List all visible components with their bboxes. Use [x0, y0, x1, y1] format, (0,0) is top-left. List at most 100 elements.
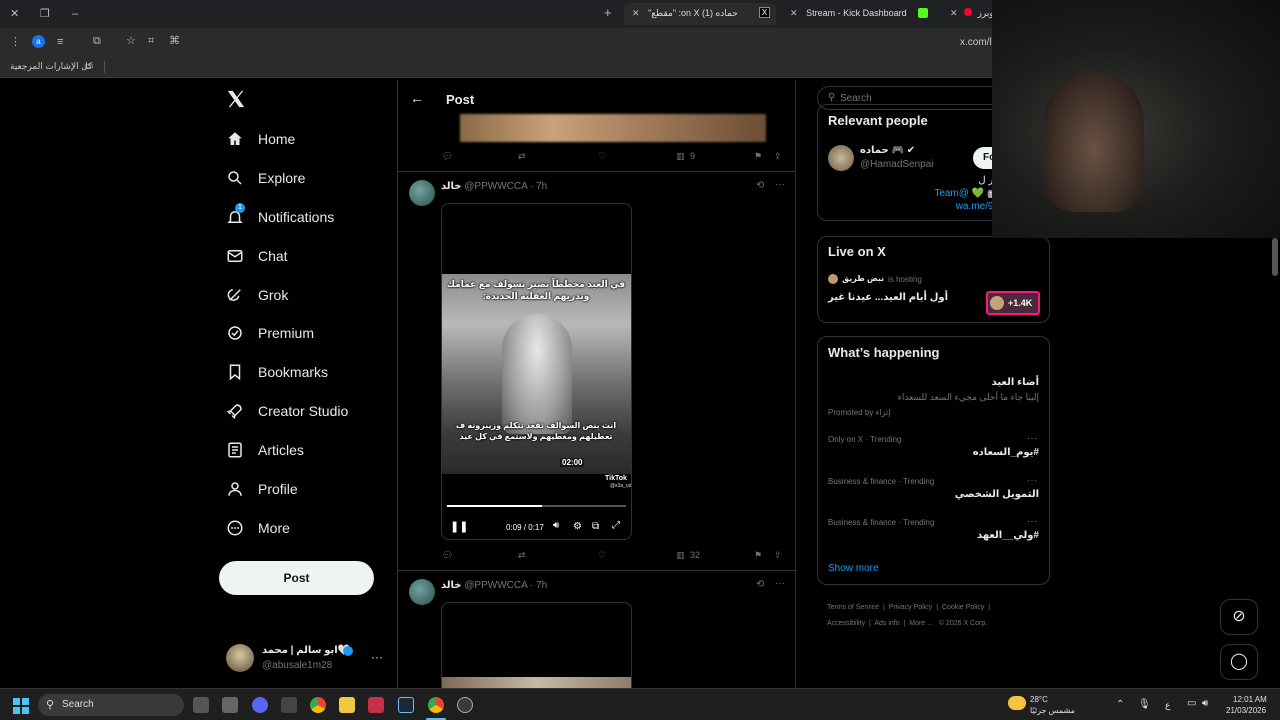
author-name[interactable]: خالد [441, 181, 462, 192]
fullscreen-icon[interactable]: ⤢ [612, 520, 620, 531]
post-button[interactable]: Post [219, 561, 374, 595]
star-icon[interactable]: ☆ [126, 35, 136, 47]
footer-cookie[interactable]: Cookie Policy [942, 604, 984, 611]
url-text[interactable]: x.com/l [960, 37, 992, 48]
x-logo-icon[interactable] [226, 90, 246, 108]
app-icon[interactable] [222, 697, 238, 713]
grok-icon[interactable]: ⟲ [756, 579, 764, 590]
page-scrollbar-thumb[interactable] [1272, 238, 1278, 276]
like-icon[interactable]: ♡ [598, 151, 606, 162]
trend-more-icon[interactable]: ··· [1027, 475, 1037, 486]
file-explorer-icon[interactable] [339, 697, 355, 713]
menu-dots-icon[interactable]: ⋮ [10, 36, 21, 48]
weather-icon[interactable] [1008, 696, 1026, 710]
nav-item-bookmarks[interactable]: Bookmarks [226, 357, 328, 387]
screenshot-icon[interactable]: ⌗ [148, 35, 154, 47]
like-icon[interactable]: ♡ [598, 550, 606, 561]
network-icon[interactable]: ▭ [1187, 698, 1196, 709]
volume-icon[interactable]: 🔊︎ [553, 520, 559, 531]
clock-time[interactable]: 12:01 AM [1233, 695, 1267, 704]
weather-temp[interactable]: 28°C [1030, 695, 1048, 704]
reading-list-icon[interactable]: ≡ [57, 36, 63, 48]
share-icon[interactable]: ⇪ [774, 550, 782, 561]
person-name[interactable]: حماده 🎮 ✔ [860, 145, 915, 156]
nav-item-more[interactable]: More [226, 513, 290, 543]
microphone-icon[interactable]: 🎙︎ [1138, 699, 1151, 710]
repost-icon[interactable]: ⇄ [518, 550, 526, 561]
bookmarks-folder-label[interactable]: كل الإشارات المرجعية [10, 61, 92, 72]
previous-post-media[interactable] [460, 114, 766, 142]
task-view-icon[interactable] [193, 697, 209, 713]
video-player[interactable]: في العيد مخططاً تصير تسولف مع عمامك وتدر… [441, 203, 632, 540]
acrobat-icon[interactable] [368, 697, 384, 713]
author-handle[interactable]: @PPWWCCA [464, 580, 527, 591]
grok-float-button[interactable]: ⊘ [1220, 599, 1258, 635]
author-avatar[interactable] [409, 579, 435, 605]
tab-close-icon[interactable]: ✕ [632, 8, 640, 18]
steam-icon[interactable] [398, 697, 414, 713]
author-name[interactable]: خالد [441, 580, 462, 591]
reply-icon[interactable]: 💬︎ [442, 151, 453, 162]
repost-icon[interactable]: ⇄ [518, 151, 526, 162]
discord-icon[interactable] [252, 697, 268, 713]
video-player[interactable] [441, 602, 632, 688]
nav-item-profile[interactable]: Profile [226, 474, 298, 504]
author-avatar[interactable] [409, 180, 435, 206]
more-icon[interactable]: ··· [775, 179, 785, 190]
post-time[interactable]: 7h [536, 181, 547, 192]
trend-more-icon[interactable]: ··· [1027, 433, 1037, 444]
nav-item-home[interactable]: Home [226, 124, 295, 154]
more-icon[interactable]: ··· [775, 578, 785, 589]
new-tab-icon[interactable]: + [604, 6, 612, 19]
trend-name[interactable]: #يوم_السعاده [973, 447, 1039, 458]
tab-close-icon[interactable]: ✕ [950, 8, 958, 18]
chrome-icon[interactable] [310, 697, 326, 713]
nav-item-chat[interactable]: Chat [226, 241, 288, 271]
settings-icon[interactable]: ⚙ [573, 521, 582, 532]
tab-youtubers[interactable]: ✕ يوتيوبرز [942, 3, 992, 25]
bookmark-icon[interactable]: ⚑ [754, 550, 762, 561]
live-space-title[interactable]: أول أيام العيد... عيدنا غير [828, 292, 948, 303]
grok-icon[interactable]: ⟲ [756, 180, 764, 191]
live-host-name[interactable]: نبض طريق [842, 274, 884, 283]
views-icon[interactable]: ▥ [676, 550, 685, 561]
extensions-icon[interactable]: ⧉ [93, 35, 101, 47]
tab-close-icon[interactable]: ✕ [790, 8, 798, 18]
clock-date[interactable]: 21/03/2026 [1226, 706, 1266, 715]
nav-item-grok[interactable]: Grok [226, 280, 288, 310]
footer-terms[interactable]: Terms of Service [827, 604, 879, 611]
views-icon[interactable]: ▥ [676, 151, 685, 162]
nav-item-creator-studio[interactable]: Creator Studio [226, 396, 348, 426]
footer-more[interactable]: More ... [909, 620, 933, 627]
share-icon[interactable]: ⇪ [774, 151, 782, 162]
app-icon[interactable] [281, 697, 297, 713]
post-time[interactable]: 7h [536, 580, 547, 591]
show-more-link[interactable]: Show more [828, 563, 879, 574]
footer-accessibility[interactable]: Accessibility [827, 620, 865, 627]
reply-icon[interactable]: 💬︎ [442, 550, 453, 561]
trend-more-icon[interactable]: ··· [1027, 516, 1037, 527]
close-window-icon[interactable]: ✕ [10, 8, 19, 20]
profile-avatar-icon[interactable]: a [32, 35, 45, 48]
author-handle[interactable]: @PPWWCCA [464, 181, 527, 192]
account-menu-icon[interactable]: ··· [371, 650, 383, 664]
footer-privacy[interactable]: Privacy Policy [889, 604, 933, 611]
nav-item-premium[interactable]: Premium [226, 318, 314, 348]
chat-float-button[interactable]: ◯ [1220, 644, 1258, 680]
tab-x-post[interactable]: ✕ "مقطع" :on X حماده (1) X [624, 3, 776, 25]
restore-icon[interactable]: ❐ [40, 8, 50, 20]
promo-title[interactable]: أضاء العيد [992, 377, 1039, 388]
obs-icon[interactable] [457, 697, 473, 713]
trend-name[interactable]: التمويل الشخصي [955, 489, 1039, 500]
nav-item-notifications[interactable]: 1 Notifications [226, 202, 334, 232]
translate-icon[interactable]: ⌘ [169, 35, 180, 47]
account-avatar[interactable] [226, 644, 254, 672]
bookmark-icon[interactable]: ⚑ [754, 151, 762, 162]
chrome-active-icon[interactable] [428, 697, 444, 713]
live-badge[interactable]: +1.4K [986, 291, 1040, 315]
pause-icon[interactable]: ❚❚ [450, 520, 468, 533]
taskbar-search[interactable]: ⚲ Search [38, 694, 184, 716]
tray-chevron-icon[interactable]: ⌃ [1116, 699, 1124, 710]
video-progress-track[interactable] [447, 505, 626, 507]
trend-name[interactable]: #ولي__العهد [977, 530, 1039, 541]
